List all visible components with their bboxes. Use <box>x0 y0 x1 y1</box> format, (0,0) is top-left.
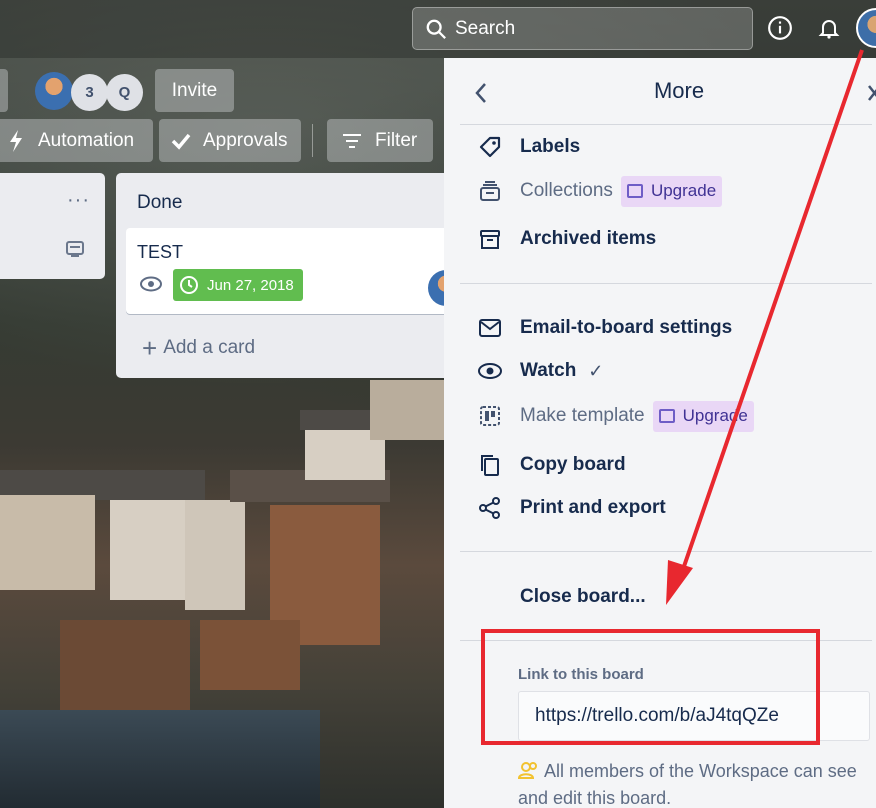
menu-item-label: Email-to-board settings <box>520 317 733 338</box>
menu-item-make-template[interactable]: Make template Upgrade <box>476 400 754 432</box>
due-date-label: Jun 27, 2018 <box>207 276 294 294</box>
share-icon <box>476 496 504 520</box>
search-icon <box>426 19 446 39</box>
card-title: TEST <box>137 242 184 262</box>
panel-divider <box>460 124 872 125</box>
automation-button[interactable]: Automation <box>0 119 153 162</box>
email-icon <box>476 316 504 340</box>
menu-item-close-board[interactable]: Close board... <box>520 582 646 612</box>
menu-item-watch[interactable]: Watch ✓ <box>476 356 603 386</box>
header-divider <box>312 124 313 157</box>
tag-icon <box>476 135 504 159</box>
menu-item-label: Collections <box>520 180 613 201</box>
board-menu-fragment[interactable] <box>0 69 8 112</box>
search-bar[interactable]: Search <box>412 7 753 50</box>
briefcase-icon <box>658 409 675 423</box>
menu-item-label: Archived items <box>520 228 657 249</box>
copy-icon <box>476 453 504 477</box>
notifications-bell-icon[interactable] <box>813 12 845 44</box>
filter-label: Filter <box>375 129 418 151</box>
close-icon[interactable] <box>866 82 876 104</box>
add-card-label: Add a card <box>163 337 256 358</box>
lightning-icon <box>10 129 22 152</box>
collections-icon <box>476 179 504 203</box>
list-title[interactable]: Done <box>137 192 182 214</box>
annotation-highlight-box <box>481 629 820 745</box>
eye-icon <box>476 359 504 383</box>
user-avatar[interactable] <box>856 8 876 48</box>
panel-title: More <box>653 78 705 103</box>
invite-button[interactable]: Invite <box>155 69 234 112</box>
approvals-label: Approvals <box>203 129 288 151</box>
menu-item-labels[interactable]: Labels <box>476 132 580 162</box>
menu-item-label: Make template <box>520 405 645 426</box>
list-done: Done TEST Jun 27, 2018 + Add a card <box>116 173 464 378</box>
clock-icon <box>180 276 198 294</box>
approvals-button[interactable]: Approvals <box>159 119 301 162</box>
upgrade-label: Upgrade <box>682 406 748 425</box>
watch-eye-icon <box>140 276 162 292</box>
invite-label: Invite <box>171 79 218 101</box>
member-initial-avatar[interactable]: Q <box>106 74 143 111</box>
member-count-badge[interactable]: 3 <box>71 74 108 111</box>
add-card-button[interactable]: + Add a card <box>142 333 256 363</box>
menu-item-copy-board[interactable]: Copy board <box>476 450 626 480</box>
upgrade-badge[interactable]: Upgrade <box>652 400 754 432</box>
upgrade-badge[interactable]: Upgrade <box>620 175 723 207</box>
info-icon[interactable] <box>764 12 796 44</box>
menu-item-label: Copy board <box>520 454 626 475</box>
search-label: Search <box>455 17 516 39</box>
menu-item-label: Watch <box>520 360 577 381</box>
menu-item-collections[interactable]: Collections Upgrade <box>476 175 723 207</box>
card-test[interactable]: TEST Jun 27, 2018 <box>126 228 464 314</box>
panel-divider <box>460 283 872 284</box>
automation-label: Automation <box>38 129 135 151</box>
people-icon <box>517 762 537 779</box>
workspace-visibility-note: All members of the Workspace can see and… <box>517 758 876 808</box>
top-header-bar: Search <box>0 0 876 58</box>
workspace-note-text: All members of the Workspace can see and… <box>518 761 857 808</box>
menu-item-label: Labels <box>520 136 581 157</box>
panel-divider <box>460 551 872 552</box>
briefcase-icon <box>626 184 643 198</box>
member-avatar[interactable] <box>35 72 73 110</box>
menu-item-label: Print and export <box>520 497 666 518</box>
archive-icon <box>476 227 504 251</box>
menu-item-print-export[interactable]: Print and export <box>476 493 666 523</box>
template-card-icon[interactable] <box>65 239 85 259</box>
watch-check-icon: ✓ <box>588 360 604 381</box>
checkmark-icon <box>171 133 191 150</box>
filter-button[interactable]: Filter <box>327 119 433 162</box>
due-date-badge[interactable]: Jun 27, 2018 <box>173 269 303 301</box>
plus-icon: + <box>142 333 158 363</box>
upgrade-label: Upgrade <box>650 181 717 200</box>
menu-item-email-to-board[interactable]: Email-to-board settings <box>476 313 732 343</box>
template-icon <box>476 404 504 428</box>
list-fragment: ··· <box>0 173 105 279</box>
filter-icon <box>343 133 361 148</box>
menu-item-label: Close board... <box>520 586 646 607</box>
menu-item-archived-items[interactable]: Archived items <box>476 224 656 254</box>
list-menu-icon[interactable]: ··· <box>67 189 90 212</box>
